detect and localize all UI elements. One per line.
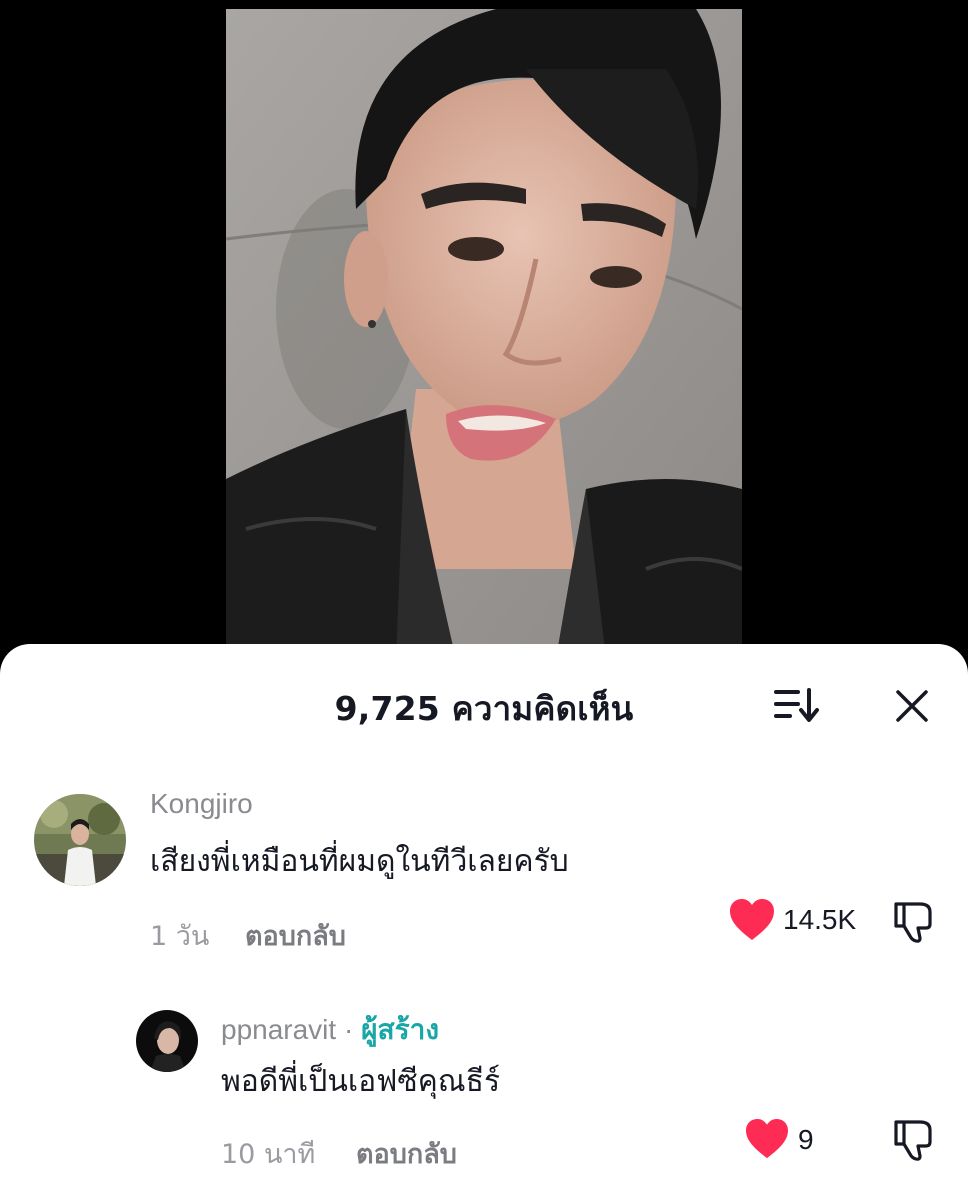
- comment-text: เสียงพี่เหมือนที่ผมดูในทีวีเลยครับ: [150, 844, 569, 879]
- comment-timestamp: 1 วัน: [150, 921, 210, 952]
- close-icon[interactable]: [890, 684, 934, 728]
- creator-badge: ผู้สร้าง: [361, 1014, 440, 1045]
- video-frame-illustration: [226, 9, 742, 659]
- like-button[interactable]: [728, 898, 776, 942]
- heart-icon: [730, 899, 774, 940]
- like-count: 9: [798, 1124, 814, 1155]
- like-count: 14.5K: [783, 904, 857, 935]
- heart-icon: [746, 1118, 788, 1159]
- thumbs-down-icon: [894, 902, 932, 943]
- reply-username[interactable]: ppnaravit: [221, 1014, 336, 1045]
- reply-button[interactable]: ตอบกลับ: [245, 914, 346, 957]
- video-player[interactable]: [226, 9, 742, 659]
- dislike-button[interactable]: [890, 1116, 936, 1162]
- comments-sheet: 9,725 ความคิดเห็น Kongjiro เสียงพี่เหมือ…: [0, 644, 968, 1200]
- sort-icon[interactable]: [770, 684, 822, 726]
- reply-button[interactable]: ตอบกลับ: [356, 1132, 457, 1175]
- avatar[interactable]: [34, 794, 126, 886]
- separator: ·: [343, 1014, 354, 1045]
- thumbs-down-icon: [894, 1120, 932, 1161]
- comment-username[interactable]: Kongjiro: [150, 788, 253, 820]
- like-button[interactable]: [744, 1118, 790, 1160]
- reply-text: พอดีพี่เป็นเอฟซีคุณธีร์: [221, 1064, 501, 1099]
- tiktok-comment-screen: 9,725 ความคิดเห็น Kongjiro เสียงพี่เหมือ…: [0, 0, 968, 1200]
- reply-username-line: ppnaravit · ผู้สร้าง: [221, 1008, 439, 1052]
- comments-count-title: 9,725 ความคิดเห็น: [334, 689, 634, 728]
- reply-timestamp: 10 นาที: [221, 1139, 316, 1170]
- avatar[interactable]: [136, 1010, 198, 1072]
- dislike-button[interactable]: [890, 898, 936, 944]
